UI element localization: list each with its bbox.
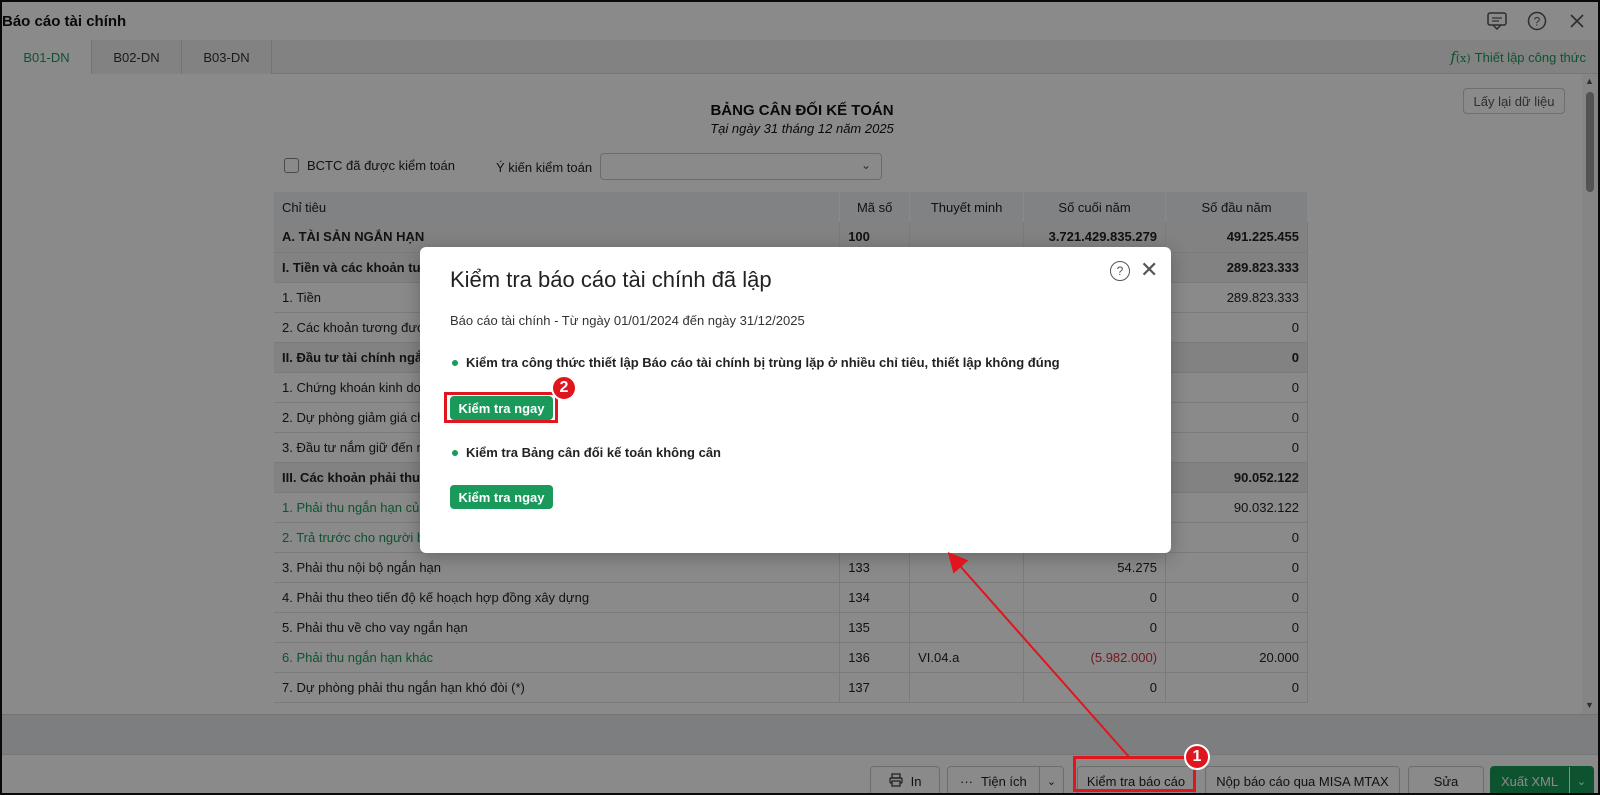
step-badge-1: 1 — [1184, 744, 1210, 770]
close-icon[interactable]: ✕ — [1140, 257, 1158, 283]
highlight-run-check — [444, 392, 558, 423]
check-item-formula: Kiểm tra công thức thiết lập Báo cáo tài… — [452, 355, 1060, 370]
check-item-balance: Kiểm tra Bảng cân đối kế toán không cân — [452, 445, 721, 460]
run-check-balance-button[interactable]: Kiểm tra ngay — [450, 485, 553, 509]
bullet-icon — [452, 359, 458, 366]
help-icon[interactable]: ? — [1110, 261, 1130, 281]
dialog-title: Kiểm tra báo cáo tài chính đã lập — [450, 267, 772, 292]
highlight-check-report — [1073, 756, 1196, 792]
check-item-formula-label: Kiểm tra công thức thiết lập Báo cáo tài… — [466, 355, 1060, 370]
step-badge-2: 2 — [551, 375, 577, 401]
dialog-subtitle: Báo cáo tài chính - Từ ngày 01/01/2024 đ… — [450, 313, 805, 328]
bullet-icon — [452, 449, 458, 456]
check-item-balance-label: Kiểm tra Bảng cân đối kế toán không cân — [466, 445, 721, 460]
